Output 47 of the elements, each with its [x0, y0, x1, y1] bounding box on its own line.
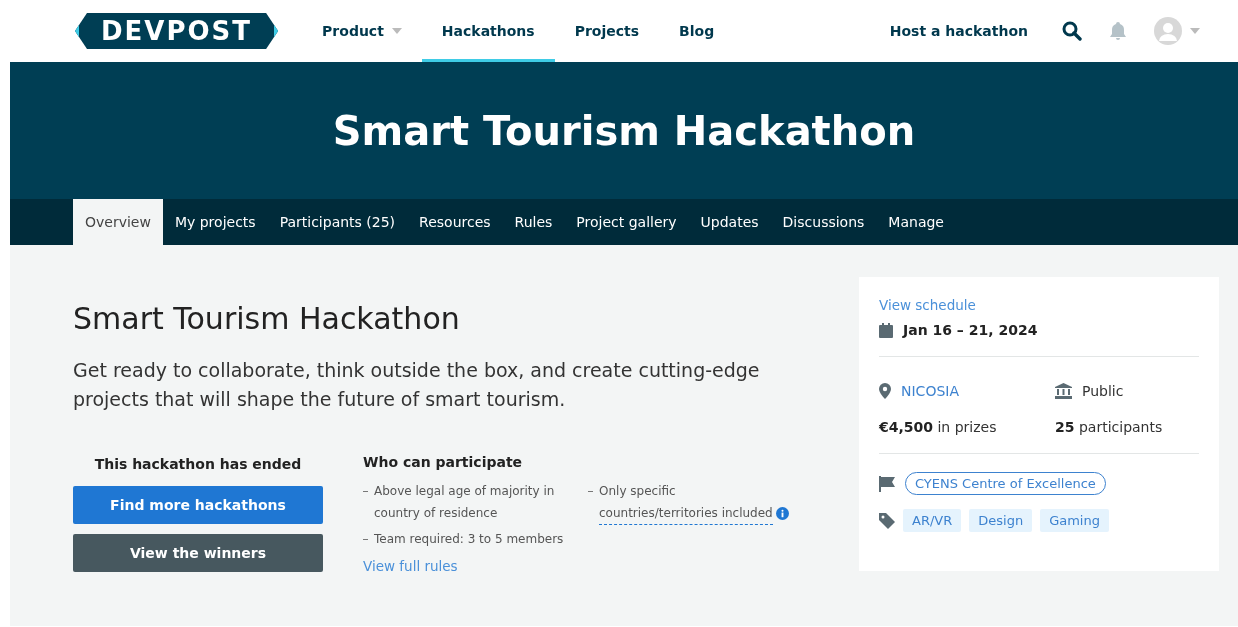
devpost-logo[interactable]: DEVPOST — [75, 13, 279, 49]
caret-icon — [1190, 28, 1200, 34]
search-icon — [1062, 21, 1082, 41]
description: Get ready to collaborate, think outside the box, and create cutting-edge projects that will shape the future of smart tourism. — [73, 358, 761, 412]
info-icon — [775, 507, 789, 520]
status-text: This hackathon has ended — [94, 456, 302, 472]
countries-link[interactable]: countries/territories included — [599, 502, 773, 525]
prizes-text: €4,500 in prizes — [879, 419, 997, 435]
visibility-text: Public — [1082, 383, 1124, 399]
tab[interactable]: Updates — [688, 199, 771, 245]
theme-tag[interactable]: AR/VR — [903, 509, 962, 532]
tab[interactable]: Rules — [502, 199, 565, 245]
pin-icon — [879, 383, 891, 399]
avatar-icon — [1154, 17, 1182, 45]
tab[interactable]: Project gallery — [564, 199, 689, 245]
section-heading: Who can participate — [363, 454, 524, 470]
tab[interactable]: Discussions — [770, 199, 877, 245]
nav-link[interactable]: Projects — [554, 0, 660, 62]
requirement-text: Team required: 3 to 5 members — [374, 532, 564, 546]
tab[interactable]: Participants (25) — [267, 199, 408, 245]
dates-text: Jan 16 – 21, 2024 — [903, 322, 1038, 338]
flag-icon — [879, 475, 895, 492]
bell-icon — [1108, 21, 1128, 41]
requirement-text: Only specific — [599, 484, 676, 498]
tab[interactable]: My projects — [162, 199, 268, 245]
find-hackathons-button[interactable]: Find more hackathons — [73, 486, 323, 524]
caret-icon — [391, 28, 402, 34]
participants-text: 25 participants — [1055, 419, 1163, 435]
bullet-dash — [588, 491, 593, 492]
nav-link[interactable]: Blog — [659, 0, 735, 62]
host-hackathon-link[interactable]: Host a hackathon — [889, 23, 1028, 39]
tab[interactable]: Overview — [73, 199, 163, 245]
tab[interactable]: Resources — [407, 199, 503, 245]
requirement-text: Above legal age of majority in country of residence — [374, 484, 555, 520]
view-winners-button[interactable]: View the winners — [73, 534, 323, 572]
page-title: Smart Tourism Hackathon — [73, 301, 461, 336]
bullet-dash — [363, 539, 368, 540]
tag-icon — [879, 512, 895, 529]
building-icon — [1055, 383, 1072, 399]
bullet-dash — [363, 491, 368, 492]
theme-tag[interactable]: Gaming — [1040, 509, 1109, 532]
banner-title: Smart Tourism Hackathon — [332, 107, 916, 154]
location-link[interactable]: NICOSIA — [901, 383, 959, 399]
nav-link[interactable]: Product — [302, 0, 422, 62]
calendar-icon — [879, 322, 893, 338]
tab[interactable]: Manage — [876, 199, 956, 245]
theme-tag[interactable]: Design — [969, 509, 1033, 532]
